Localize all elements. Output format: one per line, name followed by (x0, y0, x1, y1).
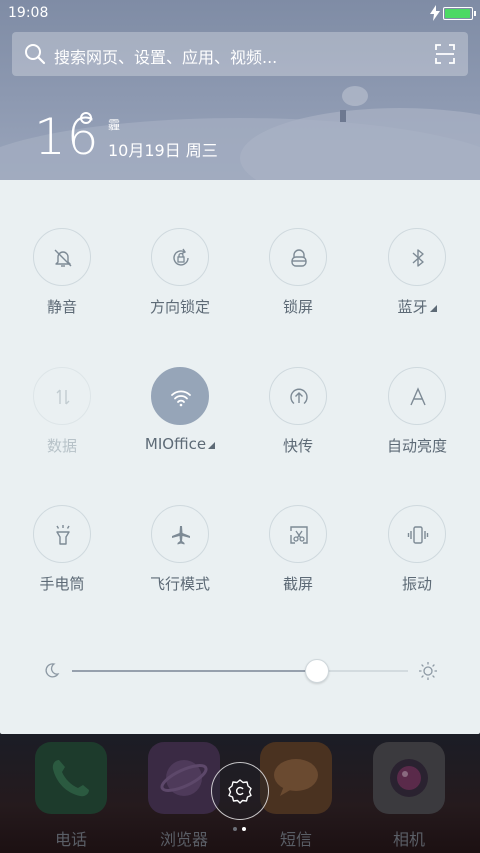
toggle-label-text: 蓝牙 (397, 298, 428, 316)
toggle-bluetooth[interactable]: 蓝牙 (357, 228, 477, 338)
brightness-slider-thumb[interactable] (305, 659, 330, 683)
browser-glyph-icon (160, 760, 208, 796)
toggle-auto-brightness-button[interactable] (388, 367, 446, 425)
brightness-slider-fill (72, 670, 318, 672)
notification-header: 19:08 搜索网页、设置、应用、视频... 16 霾 10月19日 周三 (0, 0, 480, 180)
toggle-rotation-lock[interactable]: 方向锁定 (120, 228, 240, 338)
toggle-label: 自动亮度 (386, 437, 447, 455)
weather-background-smoke (342, 86, 368, 106)
auto-brightness-icon (410, 387, 426, 406)
toggle-flashlight[interactable]: 手电筒 (2, 505, 122, 615)
sun-icon (419, 662, 437, 680)
battery-cap (474, 11, 476, 16)
phone-app-icon[interactable] (35, 742, 107, 814)
dock-app-camera[interactable]: 相机 (373, 742, 445, 852)
status-time: 19:08 (8, 5, 49, 21)
expand-triangle-icon[interactable] (208, 442, 216, 449)
app-label: 短信 (279, 830, 312, 849)
phone-glyph-icon (52, 760, 89, 797)
app-label: 电话 (54, 830, 87, 849)
toggle-silent[interactable]: 静音 (2, 228, 122, 338)
toggle-rotation-lock-button[interactable] (151, 228, 209, 286)
toggle-quick-transfer-button[interactable] (269, 367, 327, 425)
browser-app-icon[interactable] (148, 742, 220, 814)
toggle-label: 静音 (46, 298, 77, 316)
settings-gear-icon (228, 779, 252, 804)
toggle-silent-button[interactable] (33, 228, 91, 286)
toggle-lock-screen[interactable]: 锁屏 (238, 228, 358, 338)
weather-background-chimney (340, 110, 346, 122)
quick-settings-panel: 静音 方向锁定 锁屏 蓝牙 数据 MIOffice 快传 自动亮度 手电筒 飞行… (0, 180, 480, 734)
weather-condition: 霾 (108, 118, 121, 132)
lock-icon (291, 249, 307, 267)
toggle-quick-transfer[interactable]: 快传 (238, 367, 358, 477)
toggle-label: 数据 (46, 437, 77, 455)
weather-date[interactable]: 10月19日 周三 (108, 137, 218, 161)
expand-triangle-icon[interactable] (429, 305, 437, 312)
toggle-screenshot-button[interactable] (269, 505, 327, 563)
messages-app-icon[interactable] (260, 742, 332, 814)
status-bar: 19:08 (0, 0, 480, 28)
scan-icon[interactable] (435, 44, 455, 64)
toggle-label: MIOffice (120, 435, 240, 453)
toggle-auto-brightness[interactable]: 自动亮度 (357, 367, 477, 477)
toggle-vibrate[interactable]: 振动 (357, 505, 477, 615)
moon-icon (45, 663, 60, 678)
toggle-label: 蓝牙 (357, 296, 477, 317)
screenshot-icon (290, 526, 308, 544)
dock-app-phone[interactable]: 电话 (35, 742, 107, 852)
dock-app-browser[interactable]: 浏览器 (148, 742, 220, 852)
camera-glyph-icon (390, 759, 428, 797)
toggle-label-text: MIOffice (144, 435, 207, 453)
messages-glyph-icon (274, 759, 318, 796)
wifi-icon (171, 390, 191, 407)
rotation-lock-icon (173, 248, 189, 266)
app-label: 浏览器 (159, 830, 208, 849)
search-bar[interactable]: 搜索网页、设置、应用、视频... (12, 32, 468, 76)
bluetooth-icon (412, 249, 424, 267)
toggle-wifi[interactable]: MIOffice (120, 367, 240, 477)
toggle-label: 手电筒 (39, 575, 85, 593)
mobile-data-icon (56, 389, 70, 405)
toggle-flashlight-button[interactable] (33, 505, 91, 563)
toggle-label: 振动 (401, 575, 432, 593)
page-dot-active (242, 827, 246, 831)
toggle-mobile-data[interactable]: 数据 (2, 367, 122, 477)
page-indicator (232, 827, 252, 833)
toggle-label: 飞行模式 (149, 575, 210, 593)
silent-bell-icon (54, 249, 72, 267)
brightness-slider[interactable] (72, 659, 408, 683)
app-label: 相机 (392, 830, 425, 849)
quick-transfer-icon (290, 388, 308, 405)
toggle-wifi-button[interactable] (151, 367, 209, 425)
vibrate-icon (407, 526, 429, 544)
toggle-label: 截屏 (282, 575, 313, 593)
battery-icon (443, 7, 476, 20)
battery-level-fill (445, 9, 470, 18)
settings-button[interactable] (211, 762, 269, 820)
dock-app-messages[interactable]: 短信 (260, 742, 332, 852)
page-dot (233, 827, 237, 831)
toggle-label: 快传 (282, 437, 313, 455)
degree-symbol (80, 112, 92, 124)
toggle-screenshot[interactable]: 截屏 (238, 505, 358, 615)
toggle-airplane-mode-button[interactable] (151, 505, 209, 563)
airplane-icon (172, 526, 190, 545)
toggle-bluetooth-button[interactable] (388, 228, 446, 286)
camera-app-icon[interactable] (373, 742, 445, 814)
search-icon (25, 44, 46, 65)
charging-icon (430, 5, 440, 21)
toggle-airplane-mode[interactable]: 飞行模式 (120, 505, 240, 615)
toggle-label: 方向锁定 (149, 298, 210, 316)
toggle-label: 锁屏 (282, 298, 313, 316)
toggle-lock-screen-button[interactable] (269, 228, 327, 286)
toggle-vibrate-button[interactable] (388, 505, 446, 563)
search-placeholder: 搜索网页、设置、应用、视频... (54, 48, 278, 67)
toggle-mobile-data-button[interactable] (33, 367, 91, 425)
flashlight-icon (56, 525, 70, 545)
